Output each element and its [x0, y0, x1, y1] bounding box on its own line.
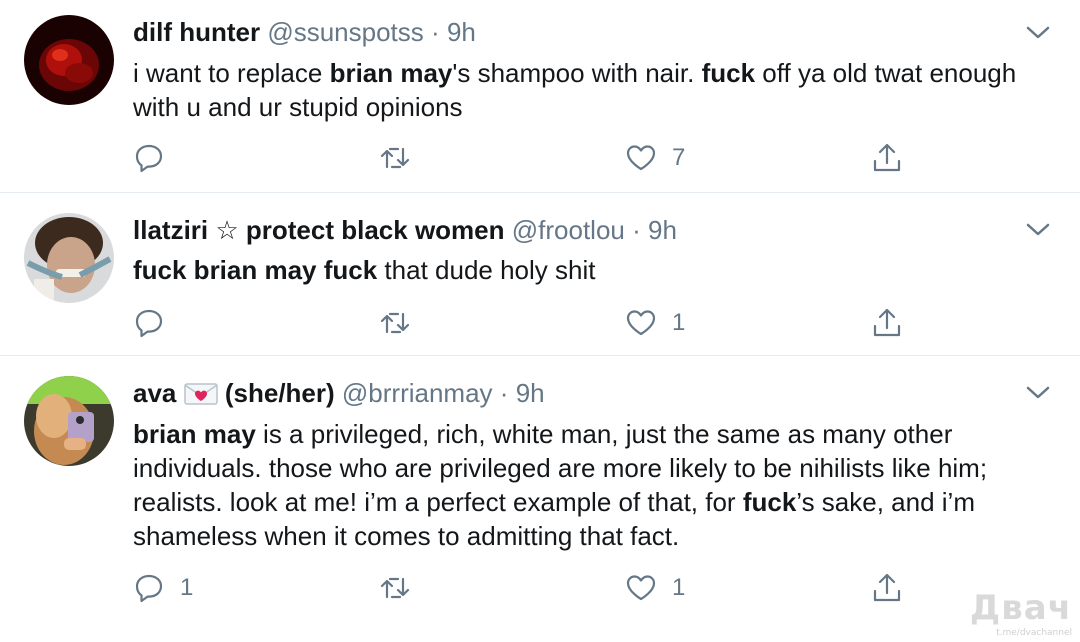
like-button[interactable]: 7 — [624, 138, 685, 178]
text-segment: that dude holy shit — [377, 255, 596, 285]
chevron-down-icon[interactable] — [1024, 22, 1052, 42]
watermark-subtext: t.me/dvachannel — [996, 628, 1072, 638]
heart-icon — [626, 145, 656, 171]
love-letter-icon — [183, 381, 218, 413]
user-handle[interactable]: @brrrianmay — [342, 378, 493, 408]
timestamp[interactable]: 9h — [516, 378, 545, 408]
retweet-icon — [380, 147, 410, 169]
share-button[interactable] — [870, 568, 904, 608]
reply-icon — [135, 574, 163, 603]
tweet-header: ava (she/her) @brrrianmay · 9h — [133, 377, 545, 413]
tweet-actions: 1 — [130, 303, 930, 343]
tweet-text: i want to replace brian may's shampoo wi… — [133, 56, 1053, 124]
highlighted-text: brian may — [329, 58, 453, 88]
avatar[interactable] — [24, 15, 114, 105]
text-segment: i want to replace — [133, 58, 330, 88]
share-icon — [873, 308, 901, 337]
watermark: Двач t.me/dvachannel — [970, 588, 1072, 638]
reply-button[interactable] — [132, 303, 180, 343]
share-button[interactable] — [870, 303, 904, 343]
separator: · — [499, 378, 509, 408]
like-button[interactable]: 1 — [624, 568, 685, 608]
user-handle[interactable]: @ssunspotss — [267, 17, 423, 47]
user-handle[interactable]: @frootlou — [512, 215, 625, 245]
chevron-down-icon[interactable] — [1024, 219, 1052, 239]
heart-icon — [626, 575, 656, 601]
tweet[interactable]: llatziri ☆ protect black women @frootlou… — [0, 193, 1080, 355]
watermark-text: Двач — [969, 588, 1072, 628]
highlighted-text: fuck — [742, 487, 797, 517]
like-count: 7 — [672, 144, 686, 171]
text-segment: 's shampoo with nair. — [452, 58, 702, 88]
retweet-icon — [380, 577, 410, 599]
retweet-button[interactable] — [378, 568, 426, 608]
display-name[interactable]: dilf hunter — [133, 17, 260, 47]
highlighted-text: fuck — [701, 58, 756, 88]
tweet-text: brian may is a privileged, rich, white m… — [133, 417, 1053, 553]
share-icon — [873, 573, 901, 602]
like-button[interactable]: 1 — [624, 303, 685, 343]
highlighted-text: fuck brian may fuck — [133, 255, 378, 285]
reply-count: 1 — [180, 574, 194, 601]
highlighted-text: brian may — [133, 419, 256, 449]
reply-button[interactable] — [132, 138, 180, 178]
separator: · — [431, 17, 440, 47]
retweet-icon — [380, 312, 410, 334]
tweet[interactable]: dilf hunter @ssunspotss · 9h i want to r… — [0, 0, 1080, 192]
tweet-header: llatziri ☆ protect black women @frootlou… — [133, 214, 677, 246]
reply-icon — [135, 144, 163, 173]
tweet-text: fuck brian may fuck that dude holy shit — [133, 253, 1053, 287]
chevron-down-icon[interactable] — [1024, 382, 1052, 402]
display-name-suffix[interactable]: (she/her) — [225, 378, 335, 408]
tweet-actions: 7 — [130, 138, 930, 178]
timestamp[interactable]: 9h — [447, 17, 476, 47]
heart-icon — [626, 310, 656, 336]
avatar[interactable] — [24, 376, 114, 466]
display-name[interactable]: ava — [133, 378, 176, 408]
tweet[interactable]: ava (she/her) @brrrianmay · 9h brian may… — [0, 356, 1080, 642]
share-button[interactable] — [870, 138, 904, 178]
retweet-button[interactable] — [378, 303, 426, 343]
display-name[interactable]: llatziri ☆ protect black women — [133, 215, 505, 245]
like-count: 1 — [672, 309, 686, 336]
share-icon — [873, 143, 901, 172]
reply-button[interactable]: 1 — [132, 568, 193, 608]
reply-icon — [135, 309, 163, 338]
avatar[interactable] — [24, 213, 114, 303]
tweet-actions: 1 1 — [130, 568, 930, 608]
tweet-header: dilf hunter @ssunspotss · 9h — [133, 16, 476, 48]
retweet-button[interactable] — [378, 138, 426, 178]
separator: · — [632, 215, 641, 245]
like-count: 1 — [672, 574, 686, 601]
timestamp[interactable]: 9h — [648, 215, 677, 245]
